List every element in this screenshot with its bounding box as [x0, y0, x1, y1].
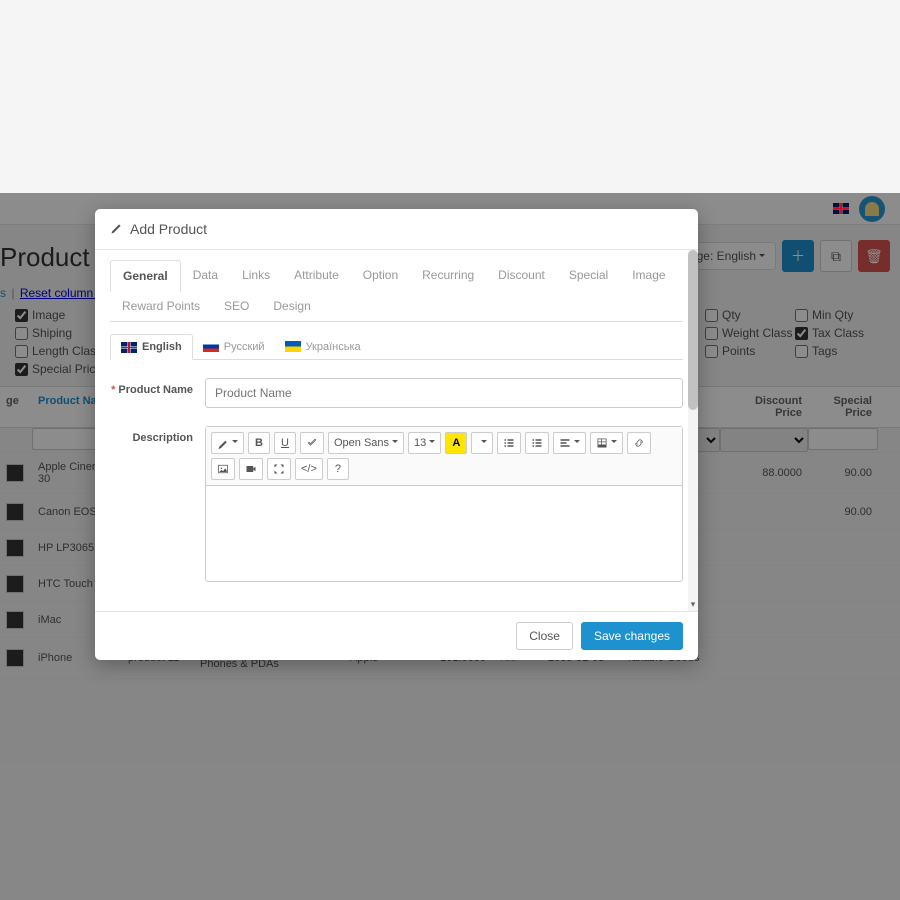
flag-ua-icon: [285, 341, 301, 352]
tab-recurring[interactable]: Recurring: [410, 260, 486, 291]
modal-title: Add Product: [130, 221, 207, 237]
editor-link-button[interactable]: [627, 432, 651, 454]
description-textarea[interactable]: [206, 486, 682, 581]
editor-table-button[interactable]: [590, 432, 623, 454]
modal-tabs: GeneralDataLinksAttributeOptionRecurring…: [110, 260, 683, 322]
lang-tab-0[interactable]: English: [110, 334, 193, 360]
tab-attribute[interactable]: Attribute: [282, 260, 351, 291]
flag-gb-icon[interactable]: [833, 203, 849, 214]
tab-reward-points[interactable]: Reward Points: [110, 291, 212, 321]
tab-option[interactable]: Option: [351, 260, 410, 291]
editor-help-button[interactable]: ?: [327, 458, 349, 480]
description-editor: B U Open Sans 13 A: [205, 426, 683, 582]
editor-toolbar: B U Open Sans 13 A: [206, 427, 682, 486]
scroll-up-icon[interactable]: ▴: [688, 250, 698, 262]
tab-data[interactable]: Data: [181, 260, 230, 291]
modal-scrollbar[interactable]: ▴ ▾: [688, 250, 698, 611]
close-button[interactable]: Close: [516, 622, 573, 650]
editor-image-button[interactable]: [211, 458, 235, 480]
tab-image[interactable]: Image: [620, 260, 677, 291]
editor-bold-button[interactable]: B: [248, 432, 270, 454]
editor-ul-button[interactable]: [497, 432, 521, 454]
editor-ol-button[interactable]: [525, 432, 549, 454]
editor-font-color-caret[interactable]: [471, 432, 493, 454]
lang-tab-1[interactable]: Русский: [193, 334, 275, 359]
editor-fullscreen-button[interactable]: [267, 458, 291, 480]
lang-tab-2[interactable]: Українська: [275, 334, 371, 359]
language-tabs: EnglishРусскийУкраїнська: [110, 334, 683, 360]
modal-body: ▴ ▾ GeneralDataLinksAttributeOptionRecur…: [95, 250, 698, 611]
editor-clear-format-button[interactable]: [300, 432, 324, 454]
add-product-modal: Add Product ▴ ▾ GeneralDataLinksAttribut…: [95, 209, 698, 660]
editor-underline-button[interactable]: U: [274, 432, 296, 454]
tab-links[interactable]: Links: [230, 260, 282, 291]
flag-ru-icon: [203, 341, 219, 352]
tab-special[interactable]: Special: [557, 260, 620, 291]
save-changes-button[interactable]: Save changes: [581, 622, 683, 650]
editor-font-family-select[interactable]: Open Sans: [328, 432, 404, 454]
editor-font-color-button[interactable]: A: [445, 432, 467, 454]
tab-design[interactable]: Design: [261, 291, 322, 321]
flag-gb-icon: [121, 342, 137, 353]
tab-seo[interactable]: SEO: [212, 291, 261, 321]
product-name-input[interactable]: [205, 378, 683, 408]
editor-magic-button[interactable]: [211, 432, 244, 454]
editor-font-size-select[interactable]: 13: [408, 432, 441, 454]
tab-discount[interactable]: Discount: [486, 260, 557, 291]
modal-footer: Close Save changes: [95, 611, 698, 660]
tab-general[interactable]: General: [110, 260, 181, 292]
pencil-icon: [110, 223, 122, 235]
modal-header: Add Product: [95, 209, 698, 250]
editor-align-button[interactable]: [553, 432, 586, 454]
editor-codeview-button[interactable]: </>: [295, 458, 323, 480]
editor-video-button[interactable]: [239, 458, 263, 480]
scroll-down-icon[interactable]: ▾: [688, 599, 698, 611]
